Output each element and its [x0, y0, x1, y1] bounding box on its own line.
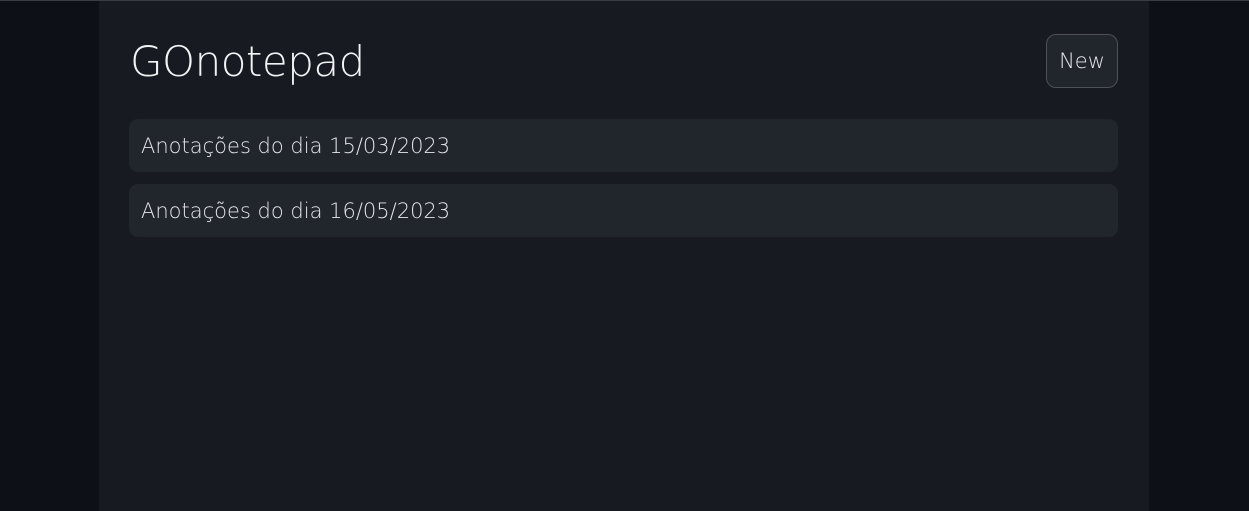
new-note-button[interactable]: New: [1046, 34, 1118, 88]
app-title: GOnotepad: [130, 37, 365, 86]
main-container: GOnotepad New Anotações do dia 15/03/202…: [99, 1, 1149, 511]
note-list-item[interactable]: Anotações do dia 16/05/2023: [129, 184, 1118, 237]
note-list-item[interactable]: Anotações do dia 15/03/2023: [129, 119, 1118, 172]
notes-list: Anotações do dia 15/03/2023 Anotações do…: [129, 119, 1118, 249]
header: GOnotepad New: [130, 34, 1118, 90]
